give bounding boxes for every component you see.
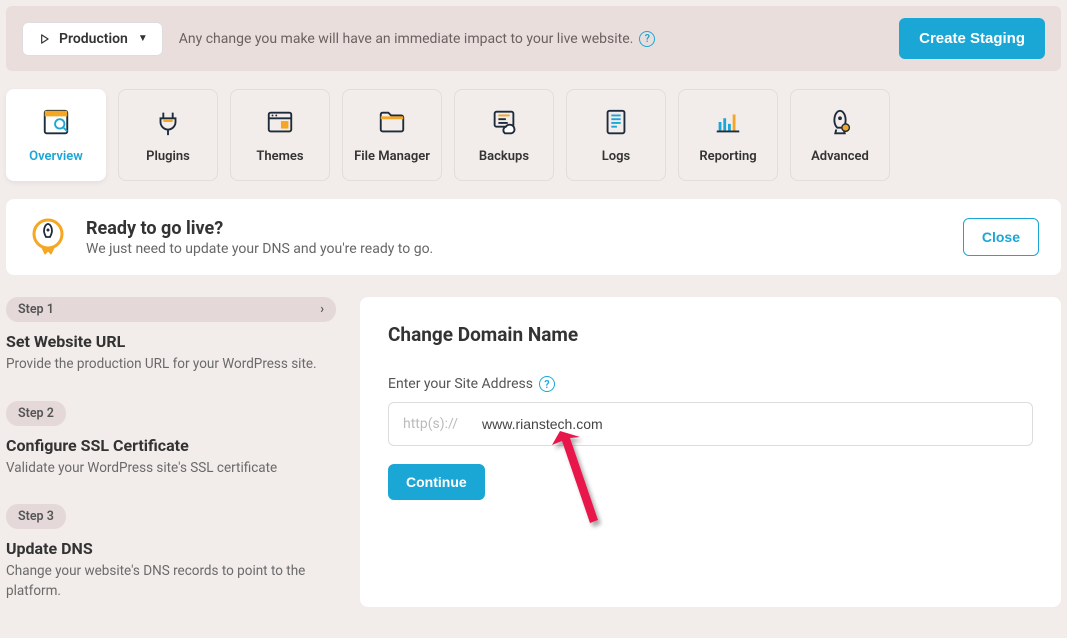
tab-logs[interactable]: Logs <box>566 89 666 181</box>
help-icon[interactable]: ? <box>639 31 655 47</box>
tab-label: Themes <box>256 149 303 164</box>
tab-label: Advanced <box>811 149 869 164</box>
environment-dropdown[interactable]: Production ▼ <box>22 22 163 56</box>
help-icon[interactable]: ? <box>539 376 555 392</box>
field-label-text: Enter your Site Address <box>388 376 533 392</box>
tab-backups[interactable]: Backups <box>454 89 554 181</box>
step-pill-label: Step 3 <box>18 509 54 524</box>
step-2-title: Configure SSL Certificate <box>6 436 336 455</box>
tab-label: Overview <box>29 149 83 164</box>
chevron-right-icon: › <box>320 302 324 317</box>
ready-to-go-live-card: Ready to go live? We just need to update… <box>6 199 1061 275</box>
environment-banner: Production ▼ Any change you make will ha… <box>6 6 1061 71</box>
environment-label: Production <box>59 31 128 47</box>
tab-advanced[interactable]: Advanced <box>790 89 890 181</box>
tab-plugins[interactable]: Plugins <box>118 89 218 181</box>
nav-tabs: Overview Plugins Themes File Manager Bac… <box>6 89 1061 181</box>
step-1-desc: Provide the production URL for your Word… <box>6 355 336 375</box>
ready-subtitle: We just need to update your DNS and you'… <box>86 241 433 257</box>
tab-label: Plugins <box>146 149 190 164</box>
banner-message: Any change you make will have an immedia… <box>179 31 883 47</box>
advanced-icon <box>825 107 855 137</box>
tab-file-manager[interactable]: File Manager <box>342 89 442 181</box>
tab-overview[interactable]: Overview <box>6 89 106 181</box>
banner-message-text: Any change you make will have an immedia… <box>179 31 634 47</box>
ready-title: Ready to go live? <box>86 218 433 239</box>
backups-icon <box>489 107 519 137</box>
step-1-pill[interactable]: Step 1 › <box>6 297 336 322</box>
domain-panel: Change Domain Name Enter your Site Addre… <box>360 297 1061 607</box>
step-3-pill[interactable]: Step 3 <box>6 504 66 529</box>
step-3-desc: Change your website's DNS records to poi… <box>6 562 336 601</box>
close-button[interactable]: Close <box>963 218 1039 256</box>
play-icon <box>37 32 51 46</box>
url-prefix: http(s):// <box>403 416 458 432</box>
step-1-title: Set Website URL <box>6 332 336 351</box>
step-2-pill[interactable]: Step 2 <box>6 401 66 426</box>
step-pill-label: Step 2 <box>18 406 54 421</box>
site-address-input[interactable] <box>482 416 1018 432</box>
steps-sidebar: Step 1 › Set Website URL Provide the pro… <box>6 297 336 627</box>
rocket-badge-icon <box>28 217 68 257</box>
tab-label: Logs <box>602 149 630 164</box>
tab-label: Reporting <box>699 149 756 164</box>
themes-icon <box>265 107 295 137</box>
step-pill-label: Step 1 <box>18 302 54 317</box>
site-address-input-wrap[interactable]: http(s):// <box>388 402 1033 446</box>
reporting-icon <box>713 107 743 137</box>
tab-label: File Manager <box>354 149 430 164</box>
step-3-title: Update DNS <box>6 539 336 558</box>
overview-icon <box>41 107 71 137</box>
create-staging-button[interactable]: Create Staging <box>899 18 1045 59</box>
panel-heading: Change Domain Name <box>388 323 1033 346</box>
tab-reporting[interactable]: Reporting <box>678 89 778 181</box>
step-2-desc: Validate your WordPress site's SSL certi… <box>6 459 336 479</box>
logs-icon <box>601 107 631 137</box>
tab-themes[interactable]: Themes <box>230 89 330 181</box>
continue-button[interactable]: Continue <box>388 464 485 500</box>
file-manager-icon <box>377 107 407 137</box>
site-address-label: Enter your Site Address ? <box>388 376 1033 392</box>
caret-down-icon: ▼ <box>138 33 148 44</box>
tab-label: Backups <box>479 149 529 164</box>
plugins-icon <box>153 107 183 137</box>
